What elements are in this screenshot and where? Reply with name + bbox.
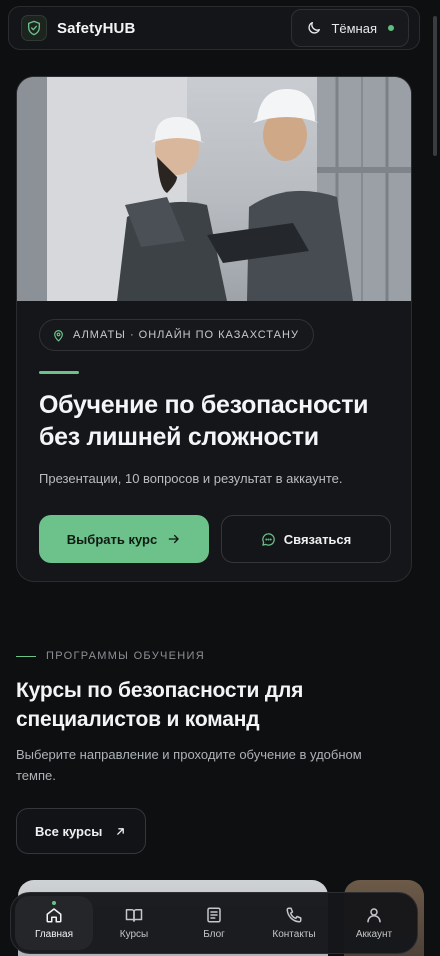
map-pin-icon xyxy=(54,329,63,342)
nav-item-contacts[interactable]: Контакты xyxy=(255,896,333,950)
all-courses-label: Все курсы xyxy=(35,823,103,839)
nav-item-home[interactable]: Главная xyxy=(15,896,93,950)
top-header: SafetyHUB Тёмная xyxy=(8,6,420,50)
home-icon xyxy=(46,908,62,923)
hero-card: АЛМАТЫ · ОНЛАЙН ПО КАЗАХСТАНУ Обучение п… xyxy=(16,76,412,582)
nav-item-blog[interactable]: Блог xyxy=(175,896,253,950)
theme-label: Тёмная xyxy=(331,20,377,36)
nav-label: Аккаунт xyxy=(355,929,393,940)
section-title: Курсы по безопасности для специалистов и… xyxy=(16,676,416,734)
theme-status-dot xyxy=(388,25,394,31)
shield-logo-icon xyxy=(21,15,47,41)
section-eyebrow: ПРОГРАММЫ ОБУЧЕНИЯ xyxy=(16,650,205,662)
active-indicator xyxy=(52,901,56,905)
section-title-line: специалистов и команд xyxy=(16,708,260,731)
choose-course-label: Выбрать курс xyxy=(66,531,158,547)
scrollbar-thumb[interactable] xyxy=(433,16,437,156)
brand-name: SafetyHUB xyxy=(57,19,136,37)
section-desc-line: Выберите направление и проходите обучени… xyxy=(16,747,362,762)
hero-title: Обучение по безопасности без лишней слож… xyxy=(39,389,409,453)
moon-icon xyxy=(308,22,321,34)
book-icon xyxy=(125,909,143,922)
brand[interactable]: SafetyHUB xyxy=(21,15,135,41)
hero-title-line: без лишней сложности xyxy=(39,423,319,451)
section-title-line: Курсы по безопасности для xyxy=(16,679,304,702)
hero-subtitle: Презентации, 10 вопросов и результат в а… xyxy=(39,471,343,486)
nav-label: Контакты xyxy=(272,929,316,940)
phone-icon xyxy=(286,907,302,923)
location-text: АЛМАТЫ · ОНЛАЙН ПО КАЗАХСТАНУ xyxy=(73,329,299,341)
accent-divider xyxy=(39,371,79,374)
blog-icon xyxy=(207,907,221,923)
user-icon xyxy=(367,908,381,923)
nav-label: Курсы xyxy=(119,929,149,940)
contact-button[interactable]: Связаться xyxy=(221,515,391,563)
chat-icon xyxy=(262,532,275,546)
all-courses-button[interactable]: Все курсы xyxy=(16,808,147,854)
contact-label: Связаться xyxy=(283,531,352,547)
eyebrow-text: ПРОГРАММЫ ОБУЧЕНИЯ xyxy=(46,650,205,662)
nav-label: Главная xyxy=(34,929,74,940)
hero-title-line: Обучение по безопасности xyxy=(39,391,369,419)
hero-photo xyxy=(17,77,411,301)
nav-item-courses[interactable]: Курсы xyxy=(95,896,173,950)
arrow-up-right-icon xyxy=(117,827,125,835)
nav-label: Блог xyxy=(203,929,225,940)
section-desc-line: темпе. xyxy=(16,768,56,783)
bottom-nav: Главная Курсы Блог Контакты Аккаунт xyxy=(10,892,418,954)
nav-item-account[interactable]: Аккаунт xyxy=(335,896,413,950)
arrow-right-icon xyxy=(168,534,179,544)
eyebrow-line xyxy=(16,655,36,657)
location-badge: АЛМАТЫ · ОНЛАЙН ПО КАЗАХСТАНУ xyxy=(39,319,314,351)
theme-toggle-button[interactable]: Тёмная xyxy=(291,9,409,47)
section-description: Выберите направление и проходите обучени… xyxy=(16,744,416,786)
choose-course-button[interactable]: Выбрать курс xyxy=(39,515,209,563)
